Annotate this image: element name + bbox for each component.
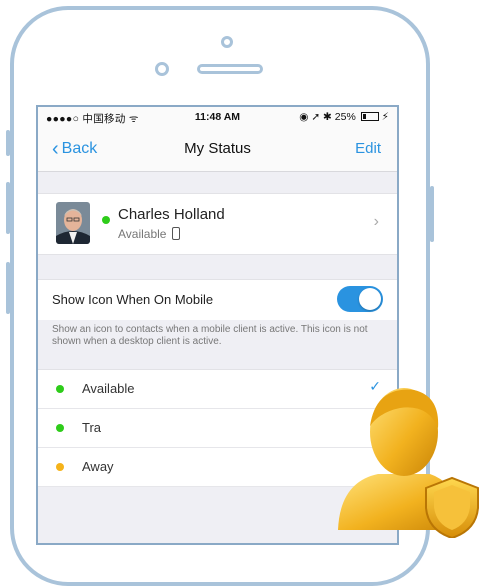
avatar-photo: [56, 202, 90, 244]
volume-down-button: [6, 262, 10, 314]
contact-name: Charles Holland: [118, 206, 225, 223]
presence-dot: [102, 216, 110, 224]
mute-switch: [6, 130, 10, 156]
contact-status: Available: [118, 227, 181, 241]
status-option-label: Available: [82, 381, 135, 396]
power-button: [430, 186, 434, 242]
volume-up-button: [6, 182, 10, 234]
navigation-bar: ‹ Back My Status Edit: [38, 127, 397, 172]
profile-row[interactable]: Charles Holland Available ›: [38, 193, 397, 255]
edit-button[interactable]: Edit: [355, 140, 381, 157]
status-dot: [56, 463, 64, 471]
mobile-icon-toggle[interactable]: [337, 286, 383, 312]
status-indicators-text: ◉ ➚ ✱ 25%: [299, 111, 356, 123]
status-dot: [56, 385, 64, 393]
status-option-label: Tra: [82, 420, 102, 435]
mobile-icon-help-text: Show an icon to contacts when a mobile c…: [52, 324, 368, 347]
earpiece-speaker: [197, 64, 263, 74]
status-dot: [56, 424, 64, 432]
front-camera: [221, 36, 233, 48]
status-bar: ●●●●○ 中国移动 ᯤ 11:48 AM ◉ ➚ ✱ 25% ⚡: [38, 107, 397, 127]
status-indicators: ◉ ➚ ✱ 25% ⚡: [299, 111, 389, 123]
mobile-icon-label: Show Icon When On Mobile: [52, 292, 214, 307]
mobile-device-icon: [172, 227, 181, 240]
avatar: [56, 202, 90, 244]
status-option-label: Away: [82, 459, 114, 474]
contact-status-text: Available: [118, 227, 167, 241]
page-title: My Status: [184, 140, 251, 157]
battery-level: [362, 114, 367, 119]
chevron-right-icon: ›: [373, 213, 379, 230]
toggle-knob: [359, 288, 381, 310]
user-security-badge-icon: [338, 388, 479, 538]
mobile-icon-setting: Show Icon When On Mobile: [38, 279, 397, 320]
charging-icon: ⚡: [381, 111, 389, 123]
proximity-sensor: [155, 62, 169, 76]
battery-icon: [360, 112, 379, 121]
